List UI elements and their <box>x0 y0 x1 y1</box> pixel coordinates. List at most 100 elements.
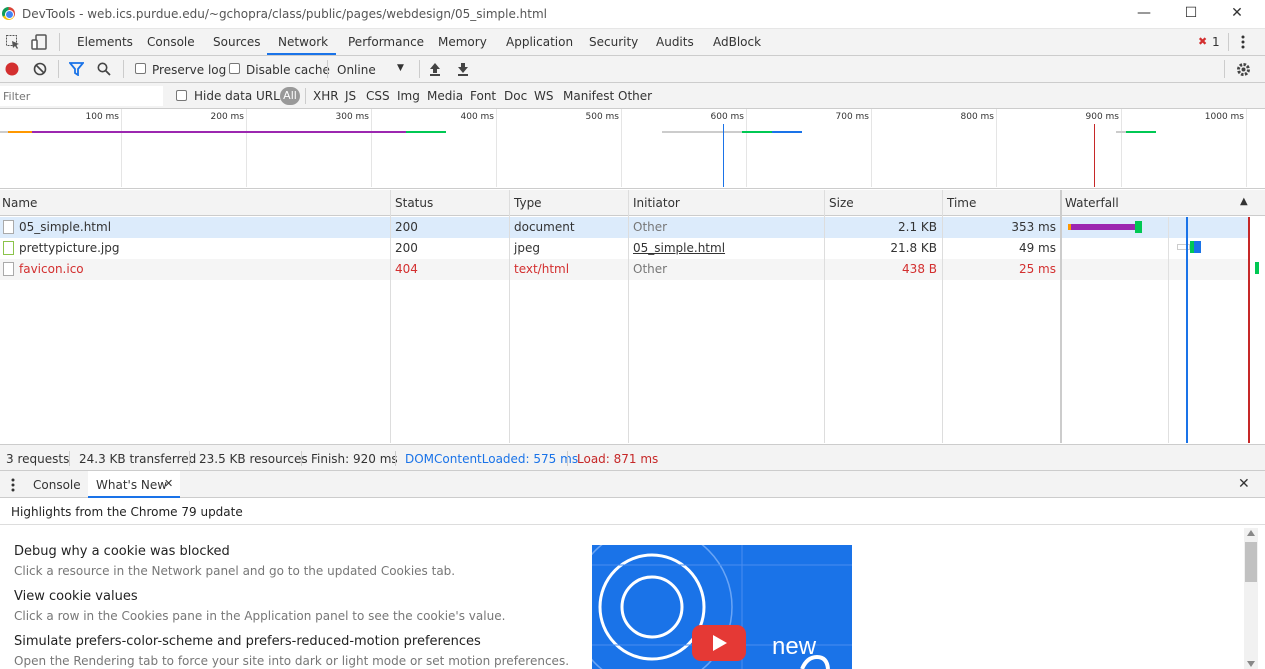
active-tab-indicator <box>267 53 336 55</box>
filter-type-manifest[interactable]: Manifest <box>563 89 614 103</box>
scrollbar-thumb[interactable] <box>1245 542 1257 582</box>
column-time[interactable]: Time <box>947 196 976 210</box>
transferred-size: 24.3 KB transferred <box>79 452 197 466</box>
filter-type-all[interactable]: All <box>280 87 300 105</box>
tick-label: 800 ms <box>960 112 995 122</box>
request-name[interactable]: 05_simple.html <box>19 220 111 234</box>
close-drawer-icon[interactable]: ✕ <box>1238 476 1250 492</box>
filter-type-ws[interactable]: WS <box>534 89 553 103</box>
filter-type-xhr[interactable]: XHR <box>313 89 339 103</box>
export-har-icon[interactable] <box>457 62 469 76</box>
drawer-scrollbar[interactable] <box>1244 528 1258 669</box>
request-type: document <box>514 220 575 234</box>
column-divider[interactable] <box>824 190 825 443</box>
column-divider[interactable] <box>390 190 391 443</box>
column-type[interactable]: Type <box>514 196 542 210</box>
minimize-button[interactable]: — <box>1134 4 1154 24</box>
filter-type-font[interactable]: Font <box>470 89 496 103</box>
filter-type-media[interactable]: Media <box>427 89 463 103</box>
chevron-down-icon[interactable]: ▼ <box>397 63 404 73</box>
column-divider[interactable] <box>1060 190 1062 443</box>
disable-cache-checkbox[interactable] <box>229 63 240 74</box>
tab-memory[interactable]: Memory <box>438 35 487 49</box>
scroll-down-icon[interactable] <box>1247 661 1255 667</box>
domcontentloaded-line <box>1186 217 1188 443</box>
tab-audits[interactable]: Audits <box>656 35 694 49</box>
network-summary-bar: 3 requests 24.3 KB transferred 23.5 KB r… <box>0 444 1265 471</box>
chrome-logo-icon <box>2 7 15 20</box>
filter-input[interactable] <box>0 86 163 106</box>
column-divider[interactable] <box>628 190 629 443</box>
tab-network[interactable]: Network <box>278 35 328 49</box>
filter-bar: Hide data URLs All XHR JS CSS Img Media … <box>0 83 1265 109</box>
filter-type-other[interactable]: Other <box>618 89 652 103</box>
request-name[interactable]: favicon.ico <box>19 262 84 276</box>
request-time: 353 ms <box>1011 220 1056 234</box>
filter-type-img[interactable]: Img <box>397 89 420 103</box>
drawer-tab-whats-new[interactable]: What's New ✕ <box>88 471 180 498</box>
disable-cache-label[interactable]: Disable cache <box>246 63 330 77</box>
error-icon[interactable]: ✖ <box>1198 35 1207 48</box>
drawer-menu-icon[interactable] <box>10 478 16 492</box>
tab-application[interactable]: Application <box>506 35 573 49</box>
close-window-button[interactable]: ✕ <box>1227 4 1247 24</box>
drawer-tabbar: Console What's New ✕ ✕ <box>0 471 1265 498</box>
column-waterfall[interactable]: Waterfall <box>1065 196 1119 210</box>
hide-data-urls-label[interactable]: Hide data URLs <box>194 89 286 103</box>
table-row[interactable]: prettypicture.jpg 200 jpeg 05_simple.htm… <box>0 238 1061 259</box>
table-row[interactable]: 05_simple.html 200 document Other 2.1 KB… <box>0 217 1061 238</box>
inspect-element-icon[interactable] <box>6 35 20 49</box>
filter-type-css[interactable]: CSS <box>366 89 390 103</box>
search-icon[interactable] <box>97 62 111 76</box>
whats-new-video-thumbnail[interactable]: new <box>592 545 852 669</box>
request-name[interactable]: prettypicture.jpg <box>19 241 119 255</box>
preserve-log-label[interactable]: Preserve log <box>152 63 226 77</box>
tab-performance[interactable]: Performance <box>348 35 424 49</box>
table-row[interactable]: favicon.ico 404 text/html Other 438 B 25… <box>0 259 1061 280</box>
column-initiator[interactable]: Initiator <box>633 196 680 210</box>
feature-title[interactable]: View cookie values <box>14 589 138 604</box>
tab-console[interactable]: Console <box>147 35 195 49</box>
feature-title[interactable]: Simulate prefers-color-scheme and prefer… <box>14 634 481 649</box>
divider <box>1228 33 1229 51</box>
finish-time: Finish: 920 ms <box>311 452 398 466</box>
maximize-button[interactable]: ☐ <box>1181 4 1201 24</box>
device-toolbar-icon[interactable] <box>31 34 47 50</box>
request-time: 25 ms <box>1018 262 1056 276</box>
filter-type-doc[interactable]: Doc <box>504 89 527 103</box>
tick-label: 300 ms <box>335 112 370 122</box>
play-button[interactable] <box>692 625 746 661</box>
column-name[interactable]: Name <box>2 196 37 210</box>
import-har-icon[interactable] <box>429 62 441 76</box>
throttle-select[interactable]: Online <box>337 63 376 77</box>
tab-sources[interactable]: Sources <box>213 35 260 49</box>
divider <box>189 451 190 466</box>
preserve-log-checkbox[interactable] <box>135 63 146 74</box>
filter-type-js[interactable]: JS <box>345 89 356 103</box>
request-initiator-link[interactable]: 05_simple.html <box>633 241 725 255</box>
tab-elements[interactable]: Elements <box>77 35 133 49</box>
column-status[interactable]: Status <box>395 196 433 210</box>
record-icon[interactable] <box>5 62 19 76</box>
feature-description: Open the Rendering tab to force your sit… <box>14 654 570 668</box>
feature-title[interactable]: Debug why a cookie was blocked <box>14 544 230 559</box>
hide-data-urls-checkbox[interactable] <box>176 90 187 101</box>
divider <box>58 60 59 78</box>
tab-security[interactable]: Security <box>589 35 638 49</box>
filter-icon[interactable] <box>69 62 84 76</box>
sort-ascending-icon[interactable]: ▲ <box>1240 196 1248 207</box>
clear-icon[interactable] <box>33 62 47 76</box>
waterfall-bar-queued <box>1177 244 1190 250</box>
column-size[interactable]: Size <box>829 196 854 210</box>
close-tab-icon[interactable]: ✕ <box>164 477 173 490</box>
more-menu-icon[interactable] <box>1240 35 1246 49</box>
column-divider[interactable] <box>942 190 943 443</box>
scroll-up-icon[interactable] <box>1247 530 1255 536</box>
error-count[interactable]: 1 <box>1212 35 1220 49</box>
drawer-tab-console[interactable]: Console <box>33 478 81 492</box>
tab-adblock[interactable]: AdBlock <box>713 35 761 49</box>
gear-icon[interactable] <box>1236 62 1251 77</box>
requests-table-header: Name Status Type Initiator Size Time Wat… <box>0 190 1265 216</box>
column-divider[interactable] <box>509 190 510 443</box>
timeline-overview[interactable]: 100 ms 200 ms 300 ms 400 ms 500 ms 600 m… <box>0 109 1265 189</box>
